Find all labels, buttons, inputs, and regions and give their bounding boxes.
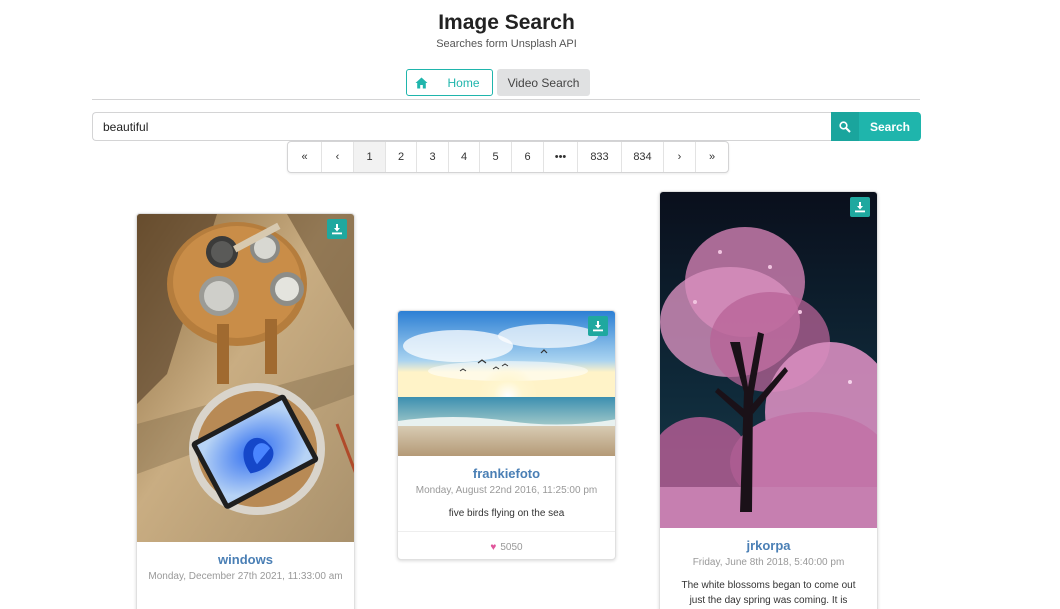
page-title: Image Search bbox=[438, 11, 575, 34]
page-button-3[interactable]: 3 bbox=[416, 142, 448, 172]
page-button-4[interactable]: 4 bbox=[448, 142, 479, 172]
search-icon bbox=[831, 112, 859, 141]
top-nav: Home Video Search bbox=[406, 69, 590, 96]
card-date: Monday, August 22nd 2016, 11:25:00 pm bbox=[415, 485, 598, 496]
page-button-833[interactable]: 833 bbox=[577, 142, 621, 172]
page-button-5[interactable]: 5 bbox=[479, 142, 511, 172]
card-likes: ♥ 5050 bbox=[398, 531, 615, 559]
home-label: Home bbox=[447, 75, 480, 90]
card-author[interactable]: jrkorpa bbox=[660, 538, 877, 553]
download-button[interactable] bbox=[588, 316, 608, 336]
card-date: Friday, June 8th 2018, 5:40:00 pm bbox=[692, 557, 845, 568]
card-image[interactable] bbox=[660, 192, 877, 528]
home-icon bbox=[407, 77, 435, 89]
card-date: Monday, December 27th 2021, 11:33:00 am bbox=[148, 571, 343, 582]
card-image[interactable] bbox=[398, 311, 615, 456]
likes-count: 5050 bbox=[500, 541, 523, 553]
download-icon bbox=[332, 224, 342, 235]
header-divider bbox=[92, 99, 920, 100]
last-page-button[interactable]: » bbox=[695, 142, 728, 172]
search-button[interactable]: Search bbox=[831, 112, 921, 141]
card-image[interactable] bbox=[137, 214, 354, 542]
next-page-button[interactable]: › bbox=[663, 142, 695, 172]
card-author[interactable]: windows bbox=[137, 552, 354, 567]
card-description: The white blossoms began to come out jus… bbox=[681, 580, 856, 606]
page-button-6[interactable]: 6 bbox=[511, 142, 543, 172]
pagination: « ‹ 1 2 3 4 5 6 ••• 833 834 › » bbox=[287, 141, 729, 173]
image-card: jrkorpa Friday, June 8th 2018, 5:40:00 p… bbox=[659, 191, 878, 609]
search-input[interactable] bbox=[92, 112, 831, 141]
page-subtitle: Searches form Unsplash API bbox=[436, 38, 577, 50]
prev-page-button[interactable]: ‹ bbox=[321, 142, 353, 172]
card-author[interactable]: frankiefoto bbox=[398, 466, 615, 481]
page-ellipsis: ••• bbox=[543, 142, 577, 172]
download-button[interactable] bbox=[327, 219, 347, 239]
image-card: windows Monday, December 27th 2021, 11:3… bbox=[136, 213, 355, 609]
first-page-button[interactable]: « bbox=[288, 142, 321, 172]
page-button-2[interactable]: 2 bbox=[385, 142, 416, 172]
page-button-834[interactable]: 834 bbox=[621, 142, 663, 172]
download-icon bbox=[593, 321, 603, 332]
search-bar: Search bbox=[92, 112, 921, 141]
page-button-1[interactable]: 1 bbox=[353, 142, 385, 172]
search-button-label: Search bbox=[869, 119, 911, 134]
card-description: five birds flying on the sea bbox=[448, 508, 565, 519]
image-card: frankiefoto Monday, August 22nd 2016, 11… bbox=[397, 310, 616, 560]
video-search-button[interactable]: Video Search bbox=[497, 69, 590, 96]
download-button[interactable] bbox=[850, 197, 870, 217]
heart-icon: ♥ bbox=[490, 541, 497, 553]
home-button[interactable]: Home bbox=[406, 69, 493, 96]
download-icon bbox=[855, 202, 865, 213]
